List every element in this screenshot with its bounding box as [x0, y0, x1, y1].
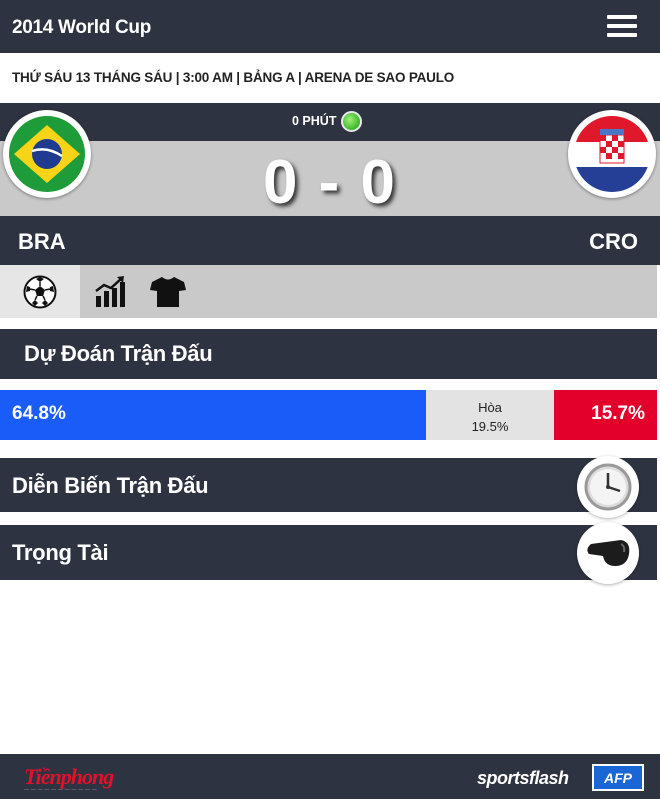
- app-title: 2014 World Cup: [12, 17, 152, 38]
- top-bar: 2014 World Cup: [0, 0, 660, 53]
- footer: Tiềnphong — — — — — — — — — — — sportsfl…: [0, 754, 660, 799]
- match-events-title: Diễn Biến Trận Đấu: [12, 473, 209, 498]
- soccer-ball-icon: [23, 275, 57, 308]
- match-events-header[interactable]: Diễn Biến Trận Đấu: [0, 456, 657, 518]
- match-score: 0 - 0: [262, 148, 398, 217]
- match-info: THỨ SÁU 13 THÁNG SÁU | 3:00 AM | BẢNG A …: [12, 70, 455, 85]
- tab-match-overview[interactable]: [0, 265, 80, 318]
- tienphong-logo-subline: — — — — — — — — — — —: [24, 787, 98, 793]
- match-info-bar: THỨ SÁU 13 THÁNG SÁU | 3:00 AM | BẢNG A …: [0, 53, 660, 103]
- whistle-icon: [577, 522, 639, 584]
- away-team-code: CRO: [589, 229, 638, 254]
- prediction-title: Dự Đoán Trận Đấu: [24, 341, 213, 366]
- away-win-label: 15.7%: [591, 403, 645, 424]
- clock-icon: [577, 456, 639, 518]
- draw-title: Hòa: [478, 400, 502, 415]
- sportsflash-logo[interactable]: sportsflash: [477, 768, 569, 789]
- match-tabs: [0, 265, 657, 318]
- draw-probability: Hòa 19.5%: [426, 390, 554, 440]
- match-minute: 0 PHÚT: [292, 114, 337, 128]
- home-win-label: 64.8%: [12, 403, 66, 424]
- prediction-header[interactable]: Dự Đoán Trận Đấu: [0, 329, 657, 379]
- stats-chart-icon: [95, 275, 125, 307]
- referee-header[interactable]: Trọng Tài: [0, 522, 657, 584]
- brazil-flag-icon[interactable]: [3, 110, 91, 198]
- tab-lineups[interactable]: [148, 265, 188, 318]
- croatia-flag-icon[interactable]: [568, 110, 656, 198]
- live-status-icon: [341, 111, 362, 132]
- prediction-bar: 64.8% Hòa 19.5% 15.7%: [0, 390, 657, 440]
- afp-logo[interactable]: AFP: [592, 764, 644, 791]
- tab-statistics[interactable]: [88, 265, 132, 318]
- home-team-code: BRA: [18, 229, 66, 254]
- scoreboard-teams: [0, 216, 660, 265]
- away-win-probability: 15.7%: [554, 390, 657, 440]
- draw-label: 19.5%: [471, 419, 509, 434]
- referee-title: Trọng Tài: [12, 540, 109, 565]
- jersey-icon: [150, 276, 186, 307]
- home-win-probability: 64.8%: [0, 390, 426, 440]
- hamburger-menu-icon[interactable]: [607, 15, 637, 39]
